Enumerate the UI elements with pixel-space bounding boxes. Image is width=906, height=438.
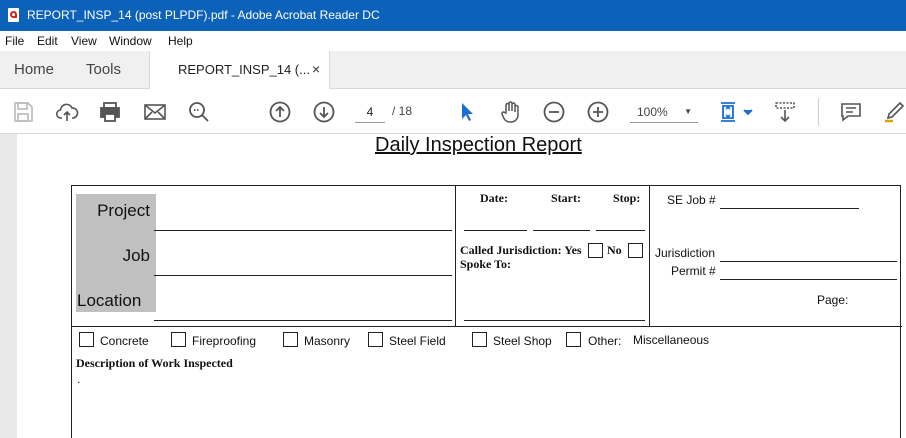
scroll-mode-icon[interactable]	[773, 100, 797, 124]
search-icon[interactable]	[187, 100, 211, 124]
toolbar-divider	[818, 98, 819, 126]
document-viewer[interactable]: Daily Inspection Report Project Job Loca…	[0, 134, 906, 438]
toolbar: 4 / 18 100% ▼	[0, 89, 906, 134]
hand-tool-icon[interactable]	[498, 100, 522, 124]
spoke-to-field[interactable]	[464, 320, 645, 321]
select-pointer-icon[interactable]	[455, 100, 479, 124]
menu-view[interactable]: View	[71, 34, 97, 48]
page-label: Page:	[817, 293, 849, 307]
upload-icon[interactable]	[55, 100, 79, 124]
report-title: Daily Inspection Report	[375, 134, 582, 156]
inspection-form: Project Job Location Date: Start: Stop: …	[71, 185, 902, 438]
menu-window[interactable]: Window	[109, 34, 152, 48]
form-divider	[649, 186, 650, 327]
window-title: REPORT_INSP_14 (post PLPDF).pdf - Adobe …	[27, 8, 380, 22]
stop-field[interactable]	[596, 230, 645, 231]
zoom-level-select[interactable]: 100% ▼	[630, 101, 698, 123]
comment-icon[interactable]	[839, 100, 863, 124]
tab-document[interactable]: REPORT_INSP_14 (... ×	[149, 51, 330, 89]
project-label: Project	[97, 201, 150, 220]
form-divider	[455, 186, 456, 327]
fireproofing-label: Fireproofing	[192, 334, 257, 348]
fireproofing-checkbox[interactable]	[171, 332, 186, 347]
description-label: Description of Work Inspected	[76, 356, 233, 370]
form-divider	[72, 326, 902, 327]
location-label: Location	[77, 291, 142, 310]
location-field[interactable]	[154, 320, 452, 321]
project-field[interactable]	[154, 230, 452, 231]
masonry-checkbox[interactable]	[283, 332, 298, 347]
zoom-in-icon[interactable]	[586, 100, 610, 124]
menu-bar: File Edit View Window Help	[0, 31, 906, 51]
other-checkbox[interactable]	[566, 332, 581, 347]
next-page-icon[interactable]	[312, 100, 336, 124]
spoke-to-label: Spoke To:	[460, 257, 512, 271]
start-label: Start:	[551, 191, 581, 205]
se-job-field[interactable]	[720, 208, 859, 209]
email-icon[interactable]	[143, 100, 167, 124]
previous-page-icon[interactable]	[268, 100, 292, 124]
menu-edit[interactable]: Edit	[37, 34, 58, 48]
called-jurisdiction-label: Called Jurisdiction: Yes	[460, 243, 582, 257]
menu-help[interactable]: Help	[168, 34, 193, 48]
tab-home[interactable]: Home	[14, 61, 54, 78]
page-number-input[interactable]: 4	[355, 101, 385, 123]
permit-label: Permit #	[671, 264, 716, 278]
masonry-label: Masonry	[304, 334, 351, 348]
job-label: Job	[122, 246, 150, 265]
tab-tools[interactable]: Tools	[86, 61, 121, 78]
chevron-down-icon: ▼	[684, 107, 692, 116]
concrete-label: Concrete	[100, 334, 149, 348]
no-label: No	[607, 243, 622, 257]
close-tab-icon[interactable]: ×	[312, 61, 320, 77]
tab-document-label: REPORT_INSP_14 (...	[178, 62, 310, 77]
fit-page-icon[interactable]	[718, 100, 754, 124]
date-label: Date:	[480, 191, 508, 205]
start-field[interactable]	[533, 230, 590, 231]
concrete-checkbox[interactable]	[79, 332, 94, 347]
steel-field-label: Steel Field	[389, 334, 446, 348]
highlight-pen-icon[interactable]	[882, 100, 906, 124]
print-icon[interactable]	[98, 100, 122, 124]
zoom-level-value: 100%	[637, 105, 668, 119]
menu-file[interactable]: File	[5, 34, 24, 48]
page-total: / 18	[392, 104, 413, 118]
title-bar: REPORT_INSP_14 (post PLPDF).pdf - Adobe …	[0, 0, 906, 31]
called-jurisdiction-yes-checkbox[interactable]	[588, 243, 603, 258]
acrobat-pdf-icon	[8, 8, 19, 22]
save-icon[interactable]	[11, 100, 35, 124]
permit-field[interactable]	[720, 279, 897, 280]
other-value-field[interactable]: Miscellaneous	[633, 333, 709, 347]
stop-label: Stop:	[613, 191, 641, 205]
job-field[interactable]	[154, 275, 452, 276]
se-job-label: SE Job #	[667, 193, 716, 207]
other-label: Other:	[588, 334, 622, 348]
steel-field-checkbox[interactable]	[368, 332, 383, 347]
pdf-page: Daily Inspection Report Project Job Loca…	[17, 134, 906, 438]
description-field[interactable]: .	[77, 372, 80, 386]
date-field[interactable]	[464, 230, 527, 231]
steel-shop-checkbox[interactable]	[472, 332, 487, 347]
tab-bar: Home Tools REPORT_INSP_14 (... ×	[0, 51, 906, 89]
jurisdiction-field[interactable]	[720, 261, 897, 262]
steel-shop-label: Steel Shop	[493, 334, 552, 348]
called-jurisdiction-no-checkbox[interactable]	[628, 243, 643, 258]
zoom-out-icon[interactable]	[542, 100, 566, 124]
jurisdiction-label: Jurisdiction	[655, 246, 716, 260]
